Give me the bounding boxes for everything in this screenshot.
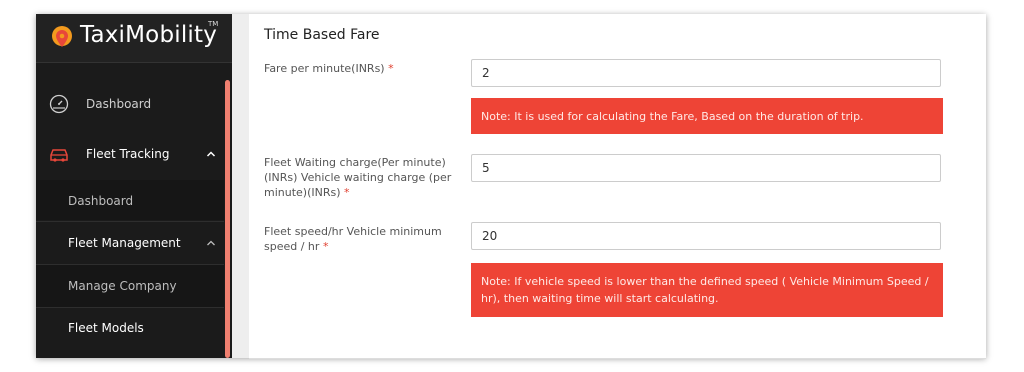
chevron-up-icon[interactable] — [206, 149, 216, 159]
sidebar-scrollbar[interactable] — [225, 80, 230, 358]
sidebar: TaxiMobility TM Dashboard Fleet Tracking — [36, 14, 232, 358]
submenu-item-fleet-models[interactable]: Fleet Models — [36, 308, 224, 350]
required-asterisk: * — [322, 240, 329, 253]
submenu-item-dashboard[interactable]: Dashboard — [36, 180, 224, 220]
sidebar-item-fleet-tracking[interactable]: Fleet Tracking — [36, 134, 224, 174]
required-asterisk: * — [344, 186, 350, 199]
waiting-charge-input[interactable]: 5 — [471, 154, 941, 182]
field-label-text: Fleet speed/hr Vehicle minimum speed / h… — [264, 225, 442, 253]
fare-panel: Time Based Fare Fare per minute(INRs) * … — [249, 14, 986, 359]
fare-per-minute-input[interactable]: 2 — [471, 59, 941, 87]
sidebar-item-dashboard[interactable]: Dashboard — [36, 84, 224, 124]
submenu-item-label: Fleet Management — [68, 236, 181, 250]
waiting-charge-label: Fleet Waiting charge(Per minute)(INRs) V… — [264, 155, 459, 200]
submenu-item-label: Fleet Models — [68, 321, 144, 335]
fare-note: Note: It is used for calculating the Far… — [471, 98, 943, 134]
field-label-text: Fare per minute(INRs) — [264, 62, 385, 75]
chevron-up-icon[interactable] — [206, 238, 216, 248]
speedometer-icon — [49, 94, 69, 114]
trademark-mark: TM — [208, 20, 219, 28]
section-title: Time Based Fare — [264, 27, 380, 43]
fare-per-minute-label: Fare per minute(INRs) * — [264, 61, 459, 76]
logo-pin-icon — [52, 26, 72, 47]
speed-note: Note: If vehicle speed is lower than the… — [471, 263, 943, 317]
brand-name: TaxiMobility — [80, 22, 218, 48]
sidebar-item-label: Dashboard — [86, 97, 152, 111]
app-window: TaxiMobility TM Dashboard Fleet Tracking — [36, 14, 986, 359]
submenu-item-label: Manage Company — [68, 279, 177, 293]
submenu-item-fleet-management[interactable]: Fleet Management — [36, 222, 224, 264]
minimum-speed-input[interactable]: 20 — [471, 222, 941, 250]
submenu-item-label: Dashboard — [68, 194, 134, 208]
submenu-item-manage-company[interactable]: Manage Company — [36, 265, 224, 307]
gutter — [232, 14, 249, 358]
car-icon — [50, 149, 68, 162]
sidebar-item-label: Fleet Tracking — [86, 147, 170, 161]
field-label-text: Fleet Waiting charge(Per minute)(INRs) V… — [264, 156, 452, 199]
brand-header[interactable]: TaxiMobility TM — [36, 14, 232, 63]
required-asterisk: * — [388, 62, 394, 75]
minimum-speed-label: Fleet speed/hr Vehicle minimum speed / h… — [264, 224, 459, 254]
